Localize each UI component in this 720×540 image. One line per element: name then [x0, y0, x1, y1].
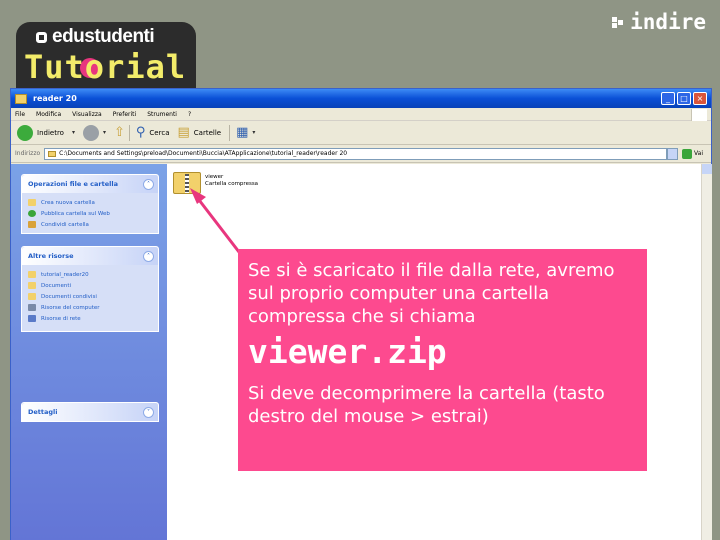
place-parent-folder[interactable]: tutorial_reader20 [28, 269, 152, 280]
place-my-computer[interactable]: Risorse del computer [28, 302, 152, 313]
place-label: Documenti [41, 282, 72, 289]
partner-logo: indire [612, 10, 706, 34]
menu-view[interactable]: Visualizza [72, 111, 102, 118]
other-places-title: Altre risorse [28, 252, 74, 260]
task-pane: Operazioni file e cartella ˄ Crea nuova … [11, 164, 167, 540]
folders-button[interactable]: Cartelle [194, 129, 221, 137]
computer-icon [28, 304, 36, 311]
brand-logo: edustudenti [36, 26, 155, 48]
toolbar-separator [128, 124, 130, 141]
folder-tasks-title: Operazioni file e cartella [28, 180, 118, 188]
address-label: Indirizzo [15, 150, 41, 157]
scroll-up-icon[interactable] [702, 164, 712, 174]
close-button[interactable]: × [693, 92, 707, 105]
address-input[interactable]: C:\Documents and Settings\preload\Docume… [44, 147, 668, 160]
file-name: viewer [205, 174, 224, 180]
forward-dropdown-icon[interactable]: ▾ [103, 129, 106, 136]
task-label: Crea nuova cartella [41, 199, 95, 206]
title-bar[interactable]: reader 20 _ □ × [11, 89, 711, 108]
task-label: Pubblica cartella sul Web [41, 210, 110, 217]
documents-icon [28, 282, 36, 289]
back-button[interactable]: Indietro [37, 129, 64, 137]
task-publish-web[interactable]: Pubblica cartella sul Web [28, 208, 152, 219]
menu-help[interactable]: ? [188, 111, 191, 118]
address-path: C:\Documents and Settings\preload\Docume… [59, 150, 348, 157]
menu-tools[interactable]: Strumenti [147, 111, 177, 118]
task-share-folder[interactable]: Condividi cartella [28, 219, 152, 230]
tutorial-title: Tutorial [24, 48, 187, 86]
task-label: Condividi cartella [41, 221, 89, 228]
callout-intro: Se si è scaricato il file dalla rete, av… [248, 260, 615, 327]
up-folder-icon[interactable]: ⇧ [114, 125, 125, 141]
back-arrow-icon[interactable] [17, 124, 33, 141]
details-title: Dettagli [28, 408, 58, 416]
go-button[interactable]: Vai [694, 150, 703, 157]
zipper-icon [185, 174, 189, 193]
folder-icon [15, 93, 27, 104]
collapse-icon[interactable]: ˄ [143, 250, 154, 262]
new-folder-icon [28, 199, 36, 206]
share-icon [28, 221, 36, 228]
dots-icon [612, 17, 626, 29]
partner-logo-label: indire [630, 10, 706, 34]
toolbar: Indietro ▾ ▾ ⇧ ⚲ Cerca ▤ Cartelle ▦ ▾ [11, 121, 711, 145]
callout-instruction: Si deve decomprimere la cartella (tasto … [248, 383, 605, 427]
forward-arrow-icon[interactable] [82, 124, 99, 141]
folder-icon [28, 271, 36, 278]
search-icon[interactable]: ⚲ [136, 125, 146, 141]
folders-icon[interactable]: ▤ [177, 125, 189, 141]
place-documents[interactable]: Documenti [28, 280, 152, 291]
place-label: Risorse di rete [41, 315, 81, 322]
address-dropdown-icon[interactable] [667, 147, 679, 160]
callout-filename: viewer.zip [248, 332, 447, 371]
file-item[interactable]: viewer Cartella compressa [205, 174, 258, 188]
address-bar: Indirizzo C:\Documents and Settings\prel… [11, 145, 711, 163]
folder-tasks-header[interactable]: Operazioni file e cartella ˄ [22, 175, 158, 193]
file-type: Cartella compressa [205, 181, 259, 187]
other-places-panel: Altre risorse ˄ tutorial_reader20 Docume… [21, 246, 159, 332]
menu-edit[interactable]: Modifica [36, 111, 61, 118]
vertical-scrollbar[interactable] [701, 164, 712, 540]
minimize-button[interactable]: _ [661, 92, 675, 105]
search-button[interactable]: Cerca [149, 129, 169, 137]
expand-icon[interactable]: ˅ [143, 406, 154, 418]
folder-icon [48, 150, 57, 157]
views-icon[interactable]: ▦ [236, 125, 248, 141]
views-dropdown-icon[interactable]: ▾ [252, 129, 255, 136]
brand-top-label: edustudenti [52, 26, 155, 47]
shared-folder-icon [28, 293, 36, 300]
place-shared-documents[interactable]: Documenti condivisi [28, 291, 152, 302]
collapse-icon[interactable]: ˄ [143, 178, 154, 190]
globe-icon [28, 210, 36, 217]
menu-file[interactable]: File [15, 111, 25, 118]
other-places-header[interactable]: Altre risorse ˄ [22, 247, 158, 265]
place-label: Documenti condivisi [41, 293, 97, 300]
details-header[interactable]: Dettagli ˅ [22, 403, 158, 421]
menu-favorites[interactable]: Preferiti [113, 111, 137, 118]
go-arrow-icon[interactable] [682, 148, 693, 159]
windows-logo-icon [691, 109, 707, 121]
details-panel: Dettagli ˅ [21, 402, 159, 422]
zip-folder-icon[interactable] [173, 172, 201, 194]
instruction-callout: Se si è scaricato il file dalla rete, av… [238, 249, 647, 471]
place-label: Risorse del computer [41, 304, 100, 311]
place-label: tutorial_reader20 [41, 271, 89, 278]
folder-tasks-panel: Operazioni file e cartella ˄ Crea nuova … [21, 174, 159, 234]
network-icon [28, 315, 36, 322]
toolbar-separator [229, 124, 231, 141]
maximize-button[interactable]: □ [677, 92, 691, 105]
window-title: reader 20 [33, 94, 77, 103]
task-new-folder[interactable]: Crea nuova cartella [28, 197, 152, 208]
back-dropdown-icon[interactable]: ▾ [72, 129, 75, 136]
menu-bar: File Modifica Visualizza Preferiti Strum… [11, 108, 711, 121]
place-network[interactable]: Risorse di rete [28, 313, 152, 324]
brand-square-icon [36, 32, 47, 43]
